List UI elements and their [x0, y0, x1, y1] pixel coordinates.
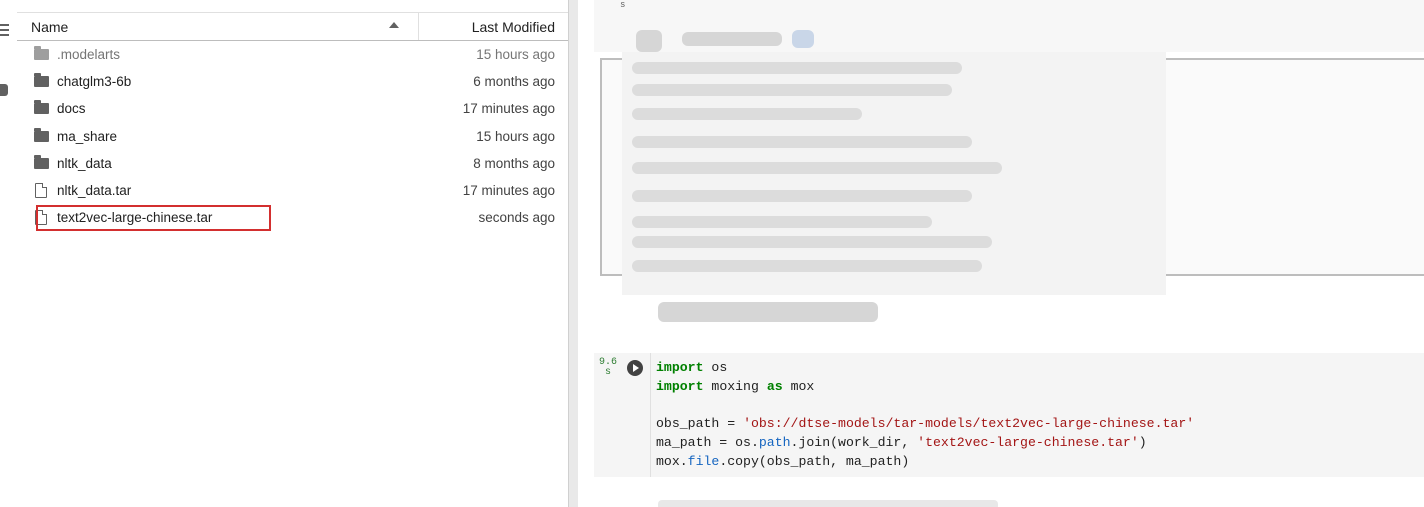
file-row-docs[interactable]: docs 17 minutes ago [17, 95, 568, 122]
panel-splitter[interactable] [569, 0, 578, 507]
file-name: nltk_data [57, 155, 112, 171]
folder-icon [34, 46, 49, 60]
code-token: obs_path = [656, 416, 744, 432]
file-browser: Name Last Modified .modelarts 15 hours a… [17, 0, 569, 507]
code-token: path [758, 434, 791, 450]
code-token: moxing [711, 378, 759, 394]
file-row-ma-share[interactable]: ma_share 15 hours ago [17, 123, 568, 150]
file-name: ma_share [57, 128, 118, 144]
folder-icon [34, 154, 49, 169]
blurred-line [632, 62, 962, 74]
blurred-block [792, 30, 814, 48]
blurred-block [682, 32, 782, 46]
code-token: os [711, 360, 728, 375]
code-string: 'obs://dtse-models/tar-models/text2vec-l… [743, 416, 1195, 432]
file-modified: 15 hours ago [476, 128, 555, 144]
menu-icon[interactable] [0, 24, 9, 36]
file-icon [34, 182, 47, 199]
column-divider[interactable] [418, 13, 419, 40]
file-name: .modelarts [57, 47, 121, 62]
blurred-content [622, 30, 1166, 322]
folder-icon [34, 127, 49, 142]
blurred-line [632, 136, 972, 148]
code-token: import [656, 360, 704, 375]
code-token: ) [1138, 434, 1147, 450]
blurred-line [632, 190, 972, 202]
file-list: .modelarts 15 hours ago chatglm3-6b 6 mo… [17, 41, 568, 231]
column-header-name[interactable]: Name [31, 19, 68, 35]
highlight-annotation [36, 205, 271, 231]
activity-bar [0, 0, 18, 507]
sort-ascending-icon[interactable] [389, 22, 399, 28]
file-modified: 17 minutes ago [462, 101, 555, 117]
exec-time-unit: s [605, 367, 612, 378]
file-name: chatglm3-6b [57, 74, 132, 90]
file-modified: 6 months ago [473, 74, 555, 90]
code-editor[interactable]: import os import moxing as mox obs_path … [656, 359, 1194, 471]
code-token: mox [790, 378, 815, 394]
blurred-line [632, 84, 952, 96]
file-row-nltk-data[interactable]: nltk_data 8 months ago [17, 150, 568, 177]
blurred-content [658, 500, 998, 507]
code-cell[interactable]: 9.6 s import os import moxing as mox obs… [594, 353, 1424, 477]
column-header-last-modified[interactable]: Last Modified [472, 19, 555, 35]
folder-icon [34, 100, 49, 115]
folder-icon [34, 73, 49, 88]
execution-time: 9.6 s [599, 358, 617, 378]
notebook-panel: s 9.6 s import os import moxing as mox o… [578, 0, 1424, 507]
code-token: ma_path = os. [656, 434, 759, 450]
code-token: mox. [656, 453, 688, 469]
blurred-line [632, 260, 982, 272]
blurred-line [632, 108, 862, 120]
code-string: 'text2vec-large-chinese.tar' [917, 434, 1139, 450]
code-token: as [766, 378, 783, 394]
exec-time: s [620, 0, 626, 10]
extension-icon[interactable] [0, 84, 8, 96]
file-list-header: Name Last Modified [17, 12, 568, 41]
file-modified: 8 months ago [473, 155, 555, 171]
code-token: import [656, 378, 704, 394]
blurred-block [658, 302, 878, 322]
file-name: nltk_data.tar [57, 182, 132, 198]
file-row-nltk-data-tar[interactable]: nltk_data.tar 17 minutes ago [17, 177, 568, 204]
code-token: file [687, 453, 720, 469]
code-token: .join(work_dir, [790, 434, 918, 450]
run-icon[interactable] [627, 360, 643, 376]
file-name: docs [57, 101, 86, 117]
file-modified: seconds ago [478, 210, 555, 226]
blurred-line [632, 162, 1002, 174]
blurred-line [632, 216, 932, 228]
blurred-line [632, 236, 992, 248]
cell-gutter-divider [650, 353, 651, 477]
file-row-chatglm3-6b[interactable]: chatglm3-6b 6 months ago [17, 68, 568, 95]
file-modified: 17 minutes ago [462, 182, 555, 198]
file-modified: 15 hours ago [476, 47, 555, 62]
blurred-block [636, 30, 662, 52]
code-token: .copy(obs_path, ma_path) [719, 453, 910, 469]
file-row-modelarts[interactable]: .modelarts 15 hours ago [17, 41, 568, 68]
